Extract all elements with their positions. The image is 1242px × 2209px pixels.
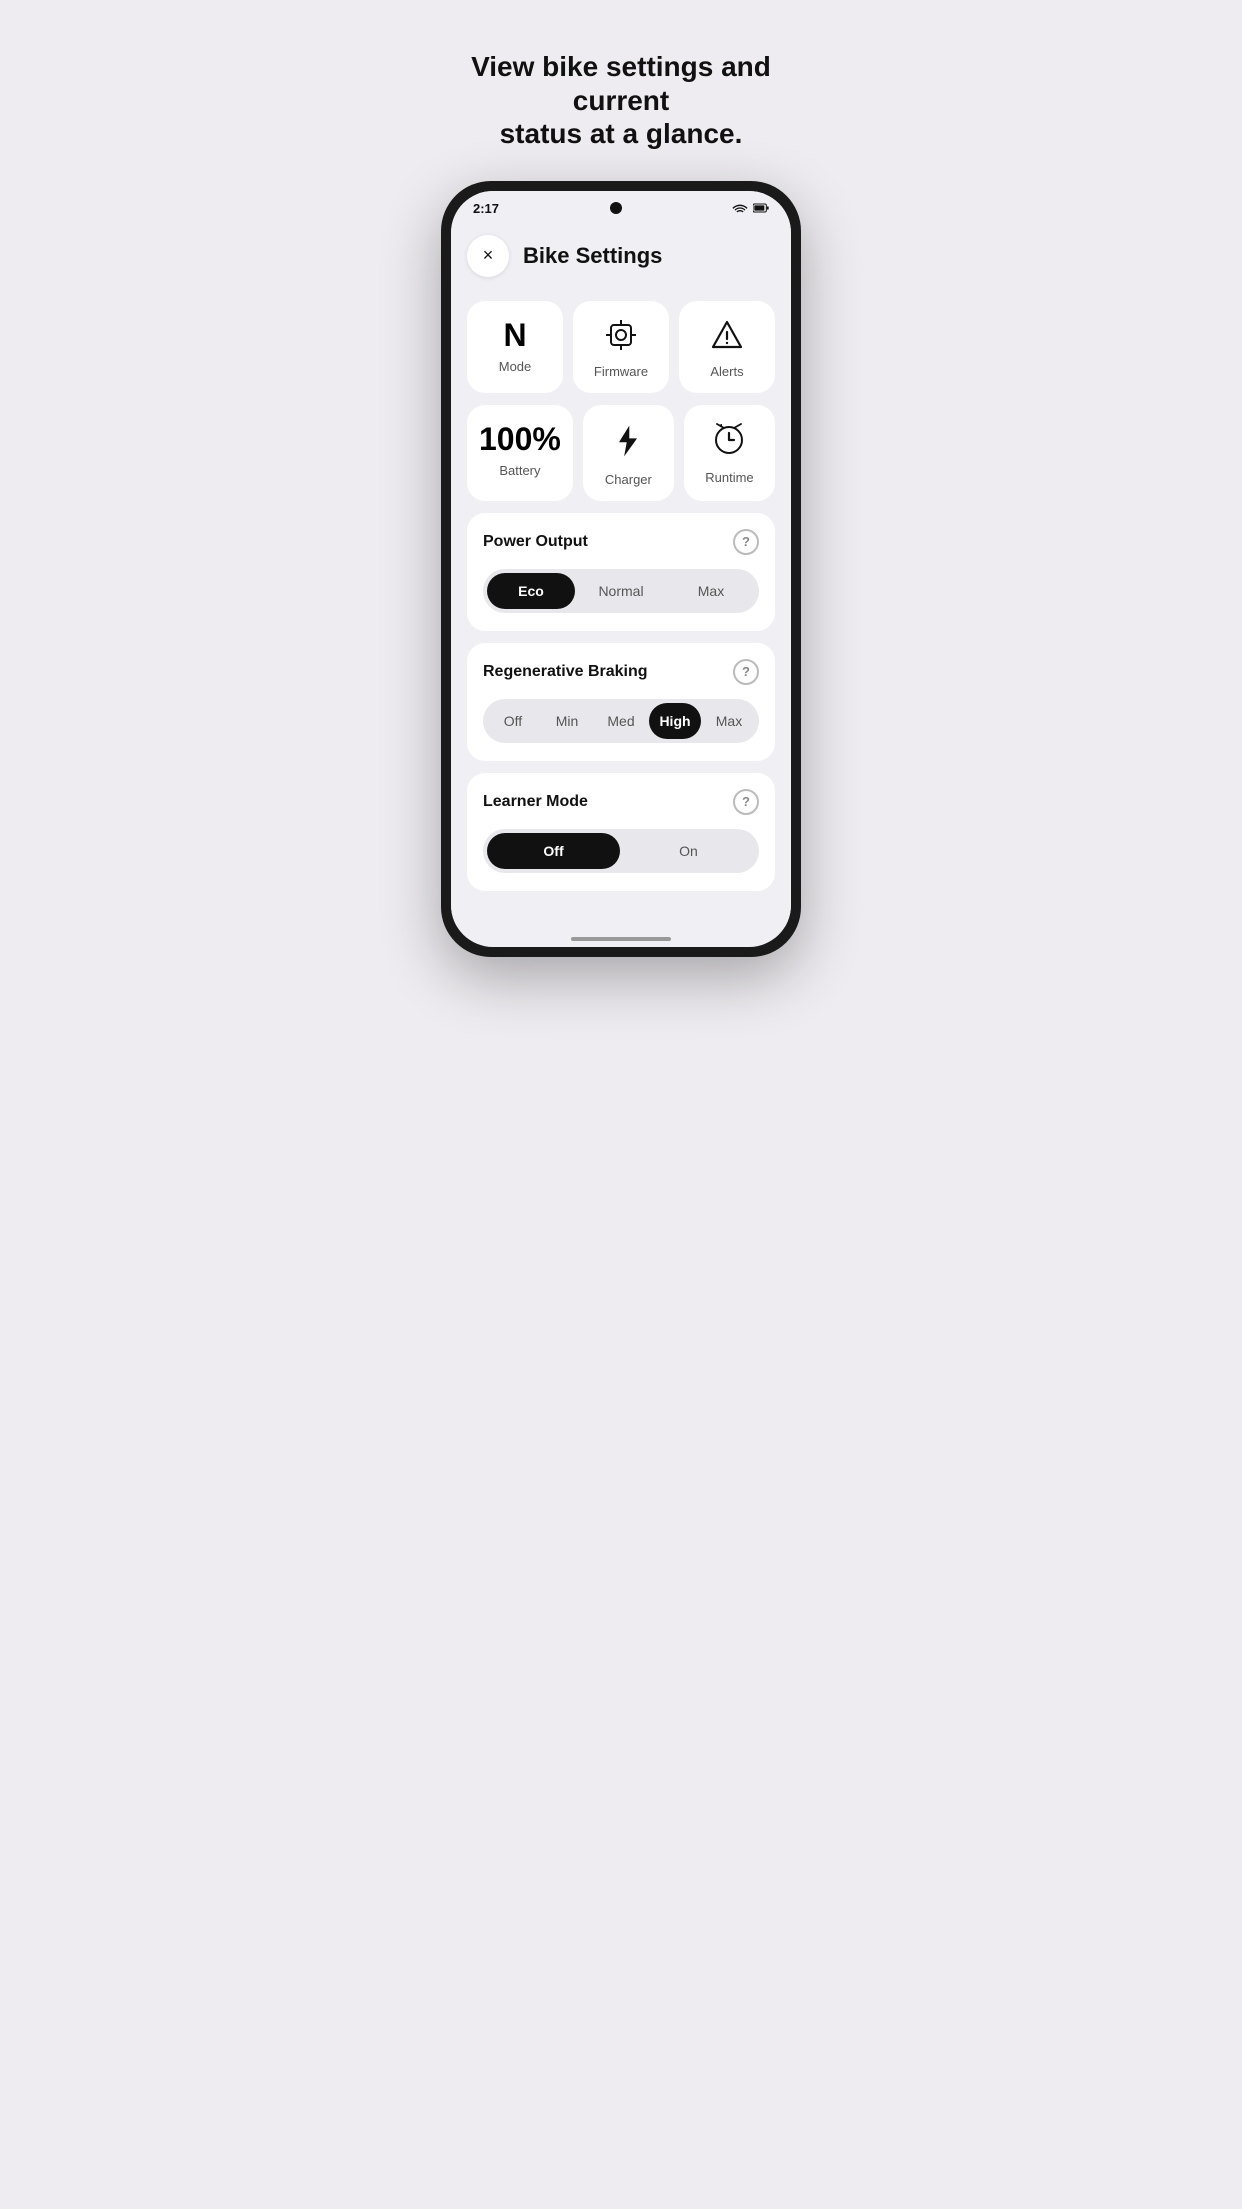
- headline: View bike settings and currentstatus at …: [434, 50, 808, 151]
- card-runtime[interactable]: Runtime: [684, 405, 775, 501]
- power-output-header: Power Output ?: [483, 529, 759, 555]
- regen-braking-help[interactable]: ?: [733, 659, 759, 685]
- power-output-toggle: Eco Normal Max: [483, 569, 759, 613]
- regen-high-option[interactable]: High: [649, 703, 701, 739]
- screen-content: × Bike Settings N Mode: [451, 221, 791, 927]
- regen-off-option[interactable]: Off: [487, 703, 539, 739]
- regen-max-option[interactable]: Max: [703, 703, 755, 739]
- page-title: Bike Settings: [523, 243, 662, 269]
- phone-screen: 2:17 × Bike Sett: [451, 191, 791, 947]
- home-indicator: [571, 937, 671, 941]
- card-battery[interactable]: 100% Battery: [467, 405, 573, 501]
- learner-mode-title: Learner Mode: [483, 793, 588, 811]
- close-button[interactable]: ×: [467, 235, 509, 277]
- mode-label: Mode: [499, 359, 532, 374]
- runtime-label: Runtime: [705, 470, 753, 485]
- learner-on-option[interactable]: On: [622, 833, 755, 869]
- cards-grid-bottom: 100% Battery Charger: [467, 405, 775, 501]
- learner-mode-toggle: Off On: [483, 829, 759, 873]
- page-wrapper: View bike settings and currentstatus at …: [414, 20, 828, 957]
- wifi-icon: [732, 202, 748, 214]
- power-output-help[interactable]: ?: [733, 529, 759, 555]
- mode-icon: N: [503, 319, 526, 351]
- cards-grid-top: N Mode: [467, 301, 775, 393]
- alerts-label: Alerts: [710, 364, 743, 379]
- learner-mode-help[interactable]: ?: [733, 789, 759, 815]
- firmware-icon: [605, 319, 637, 356]
- card-mode[interactable]: N Mode: [467, 301, 563, 393]
- card-firmware[interactable]: Firmware: [573, 301, 669, 393]
- regen-med-option[interactable]: Med: [595, 703, 647, 739]
- regen-braking-toggle: Off Min Med High Max: [483, 699, 759, 743]
- settings-header: × Bike Settings: [467, 231, 775, 281]
- learner-mode-panel: Learner Mode ? Off On: [467, 773, 775, 891]
- power-normal-option[interactable]: Normal: [577, 573, 665, 609]
- alerts-icon: [711, 319, 743, 356]
- camera-notch: [610, 202, 622, 214]
- battery-percent-icon: 100%: [479, 423, 561, 455]
- power-output-title: Power Output: [483, 533, 588, 551]
- card-charger[interactable]: Charger: [583, 405, 674, 501]
- charger-icon: [612, 423, 644, 464]
- regen-braking-title: Regenerative Braking: [483, 663, 648, 681]
- status-bar: 2:17: [451, 191, 791, 221]
- phone-frame: 2:17 × Bike Sett: [441, 181, 801, 957]
- battery-icon: [753, 202, 769, 214]
- firmware-label: Firmware: [594, 364, 648, 379]
- power-eco-option[interactable]: Eco: [487, 573, 575, 609]
- regen-braking-panel: Regenerative Braking ? Off Min Med High …: [467, 643, 775, 761]
- regen-min-option[interactable]: Min: [541, 703, 593, 739]
- power-max-option[interactable]: Max: [667, 573, 755, 609]
- status-icons: [732, 202, 769, 214]
- learner-mode-header: Learner Mode ?: [483, 789, 759, 815]
- learner-off-option[interactable]: Off: [487, 833, 620, 869]
- charger-label: Charger: [605, 472, 652, 487]
- status-time: 2:17: [473, 201, 499, 216]
- card-alerts[interactable]: Alerts: [679, 301, 775, 393]
- battery-label: Battery: [499, 463, 540, 478]
- power-output-panel: Power Output ? Eco Normal Max: [467, 513, 775, 631]
- regen-braking-header: Regenerative Braking ?: [483, 659, 759, 685]
- runtime-icon: [712, 423, 746, 462]
